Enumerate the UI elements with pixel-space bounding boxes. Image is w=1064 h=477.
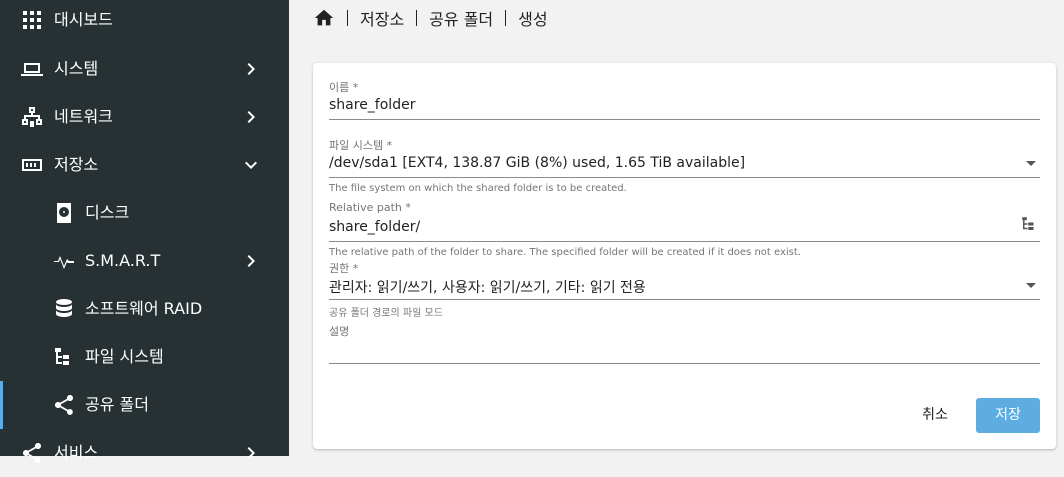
home-icon[interactable]: [313, 7, 335, 29]
sidebar-item-label: 네트워크: [54, 107, 113, 126]
sidebar-item-storage[interactable]: 저장소: [0, 141, 289, 189]
breadcrumb-create: 생성: [518, 10, 548, 29]
breadcrumb-storage[interactable]: 저장소: [360, 6, 404, 30]
database-icon: [52, 297, 76, 321]
sidebar-item-services[interactable]: 서비스: [0, 429, 289, 477]
breadcrumb-separator: [416, 10, 418, 26]
sidebar-item-label: 서비스: [54, 443, 99, 462]
sidebar-item-shared-folders[interactable]: 공유 폴더: [0, 381, 289, 429]
sidebar-item-label: 소프트웨어 RAID: [85, 299, 203, 318]
relpath-input[interactable]: share_folder/: [329, 219, 420, 235]
comment-underline: [329, 363, 1040, 364]
sidebar-item-label: S.M.A.R.T: [85, 251, 161, 270]
filesystem-label: 파일 시스템 *: [329, 139, 393, 152]
chevron-down-icon: [239, 153, 263, 177]
sidebar-item-disks[interactable]: 디스크: [0, 189, 289, 237]
share-icon: [20, 441, 44, 465]
name-input[interactable]: share_folder: [329, 97, 415, 113]
dashboard-grid-icon: [20, 8, 44, 32]
dropdown-arrow-icon[interactable]: [1026, 283, 1036, 288]
sidebar-item-label: 대시보드: [54, 10, 113, 29]
network-icon: [20, 105, 44, 129]
relpath-hint: The relative path of the folder to share…: [329, 247, 801, 258]
sidebar-item-system[interactable]: 시스템: [0, 45, 289, 93]
chevron-right-icon: [239, 57, 263, 81]
permissions-underline: [329, 299, 1040, 300]
create-shared-folder-form: 이름 * share_folder 파일 시스템 * /dev/sda1 [EX…: [313, 63, 1056, 449]
chevron-right-icon: [239, 105, 263, 129]
sidebar-item-dashboard[interactable]: 대시보드: [0, 0, 289, 44]
chevron-right-icon: [239, 441, 263, 465]
cancel-button[interactable]: 취소: [911, 398, 959, 432]
breadcrumb-shared-folders[interactable]: 공유 폴더: [429, 6, 493, 30]
harddisk-icon: [52, 201, 76, 225]
permissions-value[interactable]: 관리자: 읽기/쓰기, 사용자: 읽기/쓰기, 기타: 읽기 전용: [329, 277, 646, 297]
sidebar-item-software-raid[interactable]: 소프트웨어 RAID: [0, 285, 289, 333]
sidebar-item-label: 공유 폴더: [85, 395, 149, 414]
permissions-hint: 공유 폴더 경로의 파일 모드: [329, 308, 443, 319]
filesystem-hint: The file system on which the shared fold…: [329, 183, 627, 194]
sidebar-item-smart[interactable]: S.M.A.R.T: [0, 237, 289, 285]
chevron-right-icon: [239, 249, 263, 273]
filesystem-underline: [329, 177, 1040, 178]
relpath-label: Relative path *: [329, 201, 411, 214]
folder-tree-icon[interactable]: [1020, 215, 1038, 233]
pulse-icon: [52, 249, 76, 273]
file-tree-icon: [52, 345, 76, 369]
permissions-label: 권한 *: [329, 262, 359, 275]
sidebar-item-label: 저장소: [54, 155, 99, 174]
sidebar-item-network[interactable]: 네트워크: [0, 93, 289, 141]
sidebar: 대시보드 시스템 네트워크 저장소 디스크 S.M.A.R.T 소프트웨어 RA…: [0, 0, 289, 463]
share-icon: [52, 393, 76, 417]
sidebar-item-label: 파일 시스템: [85, 347, 164, 366]
dropdown-arrow-icon[interactable]: [1026, 161, 1036, 166]
save-button[interactable]: 저장: [976, 398, 1040, 433]
name-underline: [329, 119, 1040, 120]
relpath-underline: [329, 241, 1040, 242]
breadcrumb: 저장소 공유 폴더 생성: [313, 4, 560, 32]
comment-label: 설명: [329, 325, 350, 338]
sidebar-item-filesystems[interactable]: 파일 시스템: [0, 333, 289, 381]
sidebar-item-label: 시스템: [54, 59, 99, 78]
breadcrumb-separator: [505, 10, 507, 26]
laptop-icon: [20, 57, 44, 81]
storage-icon: [20, 153, 44, 177]
name-label: 이름 *: [329, 81, 359, 94]
filesystem-value[interactable]: /dev/sda1 [EXT4, 138.87 GiB (8%) used, 1…: [329, 155, 745, 171]
breadcrumb-separator: [347, 10, 348, 26]
sidebar-item-label: 디스크: [85, 203, 130, 222]
